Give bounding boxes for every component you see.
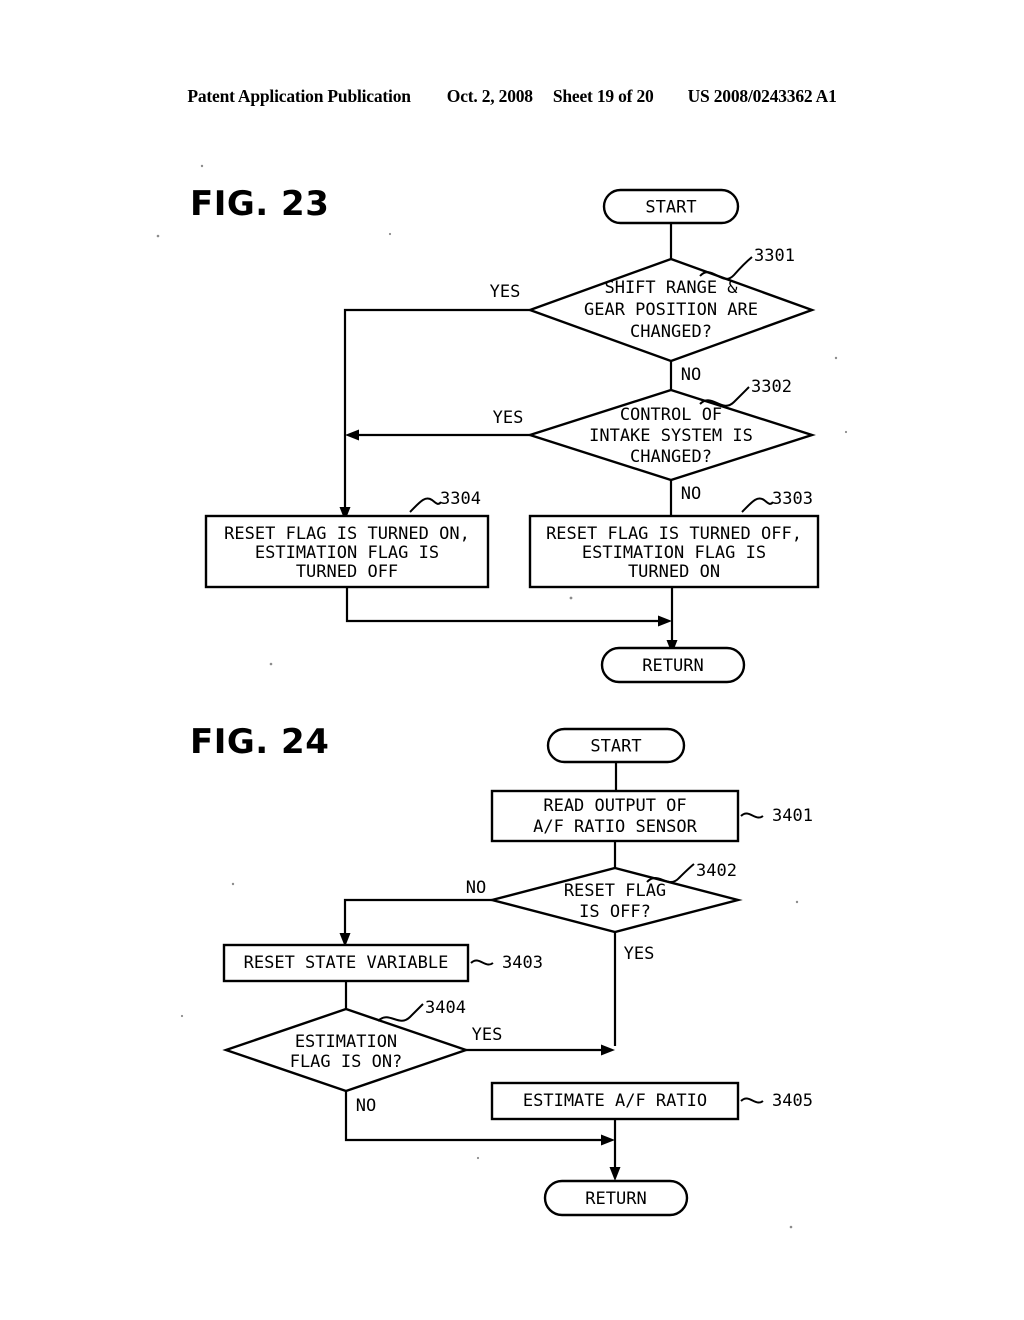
fig24-conn-3402-no <box>343 898 492 938</box>
fig24-ref-3404: 3404 <box>425 998 466 1018</box>
fig24-decision-3404: ESTIMATION FLAG IS ON? <box>222 1007 470 1093</box>
fig23-process-3304-line3: TURNED OFF <box>296 562 398 582</box>
fig24-leader-3403 <box>470 959 494 966</box>
fig23-arrowhead-3302-yes <box>345 429 359 441</box>
fig23-leader-3304 <box>409 497 442 513</box>
fig23-ref-3303: 3303 <box>772 489 813 509</box>
fig23-leader-3303 <box>741 497 774 513</box>
fig23-conn-3304-merge <box>345 587 663 623</box>
figure-24-group: START READ OUTPUT OF A/F RATIO SENSOR 34… <box>222 727 813 1217</box>
fig23-ref-3302: 3302 <box>751 377 792 397</box>
fig23-decision-3302-line3: CHANGED? <box>630 447 712 467</box>
fig23-ref-3301: 3301 <box>754 246 795 266</box>
fig24-decision-3402-line1: RESET FLAG <box>564 881 666 901</box>
fig24-decision-3402-line2: IS OFF? <box>579 902 651 922</box>
fig24-branch-3402-no: NO <box>466 878 486 898</box>
fig24-ref-3405: 3405 <box>772 1091 813 1111</box>
fig23-branch-3301-no: NO <box>681 365 701 385</box>
fig24-leader-3405 <box>740 1097 764 1104</box>
fig23-decision-3301-line2: GEAR POSITION ARE <box>584 300 758 320</box>
fig24-start-label: START <box>590 737 641 757</box>
fig24-process-3401: READ OUTPUT OF A/F RATIO SENSOR <box>490 789 740 843</box>
fig24-arrowhead-3404-no <box>601 1134 615 1146</box>
fig24-ref-3402: 3402 <box>696 861 737 881</box>
fig24-process-3401-line1: READ OUTPUT OF <box>543 796 686 816</box>
fig23-start-node: START <box>602 188 740 225</box>
fig23-return-label: RETURN <box>642 656 703 676</box>
fig23-process-3304-line2: ESTIMATION FLAG IS <box>255 543 439 563</box>
fig24-ref-3401: 3401 <box>772 806 813 826</box>
fig24-process-3401-line2: A/F RATIO SENSOR <box>533 817 698 837</box>
fig24-arrowhead-to-return <box>609 1167 621 1181</box>
fig24-arrowhead-3404-yes <box>601 1044 615 1056</box>
figure-23-group: START SHIFT RANGE & GEAR POSITION ARE CH… <box>204 188 820 684</box>
fig24-process-3405-label: ESTIMATE A/F RATIO <box>523 1091 707 1111</box>
fig23-decision-3301-line1: SHIFT RANGE & <box>604 278 738 298</box>
fig24-process-3403-label: RESET STATE VARIABLE <box>244 953 449 973</box>
fig24-process-3405: ESTIMATE A/F RATIO <box>490 1081 740 1121</box>
fig24-leader-3404 <box>377 1003 424 1022</box>
fig23-branch-3302-no: NO <box>681 484 701 504</box>
fig24-return-node: RETURN <box>543 1179 689 1217</box>
fig23-process-3303-line3: TURNED ON <box>628 562 720 582</box>
fig23-process-3303-line2: ESTIMATION FLAG IS <box>582 543 766 563</box>
flowchart-canvas: START SHIFT RANGE & GEAR POSITION ARE CH… <box>156 164 848 1229</box>
fig23-process-3304-line1: RESET FLAG IS TURNED ON, <box>224 524 470 544</box>
fig23-arrowhead-3304-merge <box>658 615 672 627</box>
fig24-branch-3404-yes: YES <box>472 1025 503 1045</box>
fig23-decision-3301: SHIFT RANGE & GEAR POSITION ARE CHANGED? <box>526 257 816 363</box>
fig24-return-label: RETURN <box>585 1189 646 1209</box>
fig24-ref-3403: 3403 <box>502 953 543 973</box>
fig23-branch-3302-yes: YES <box>493 408 524 428</box>
fig23-process-3304: RESET FLAG IS TURNED ON, ESTIMATION FLAG… <box>204 514 490 589</box>
fig23-process-3303-line1: RESET FLAG IS TURNED OFF, <box>546 524 802 544</box>
fig23-decision-3302-line2: INTAKE SYSTEM IS <box>589 426 753 446</box>
fig23-decision-3302-line1: CONTROL OF <box>620 405 722 425</box>
fig23-start-label: START <box>645 198 696 218</box>
fig23-decision-3301-line3: CHANGED? <box>630 322 712 342</box>
fig23-ref-3304: 3304 <box>440 489 481 509</box>
fig24-start-node: START <box>546 727 686 764</box>
fig24-branch-3402-yes: YES <box>624 944 655 964</box>
fig24-process-3403: RESET STATE VARIABLE <box>222 943 470 983</box>
fig24-decision-3404-line1: ESTIMATION <box>295 1032 397 1052</box>
fig24-decision-3404-line2: FLAG IS ON? <box>290 1052 403 1072</box>
fig24-leader-3401 <box>740 812 764 819</box>
fig23-decision-3302: CONTROL OF INTAKE SYSTEM IS CHANGED? <box>526 388 816 482</box>
fig23-process-3303: RESET FLAG IS TURNED OFF, ESTIMATION FLA… <box>528 514 820 589</box>
fig24-branch-3404-no: NO <box>356 1096 376 1116</box>
fig23-return-node: RETURN <box>600 646 746 684</box>
fig23-branch-3301-yes: YES <box>490 282 521 302</box>
